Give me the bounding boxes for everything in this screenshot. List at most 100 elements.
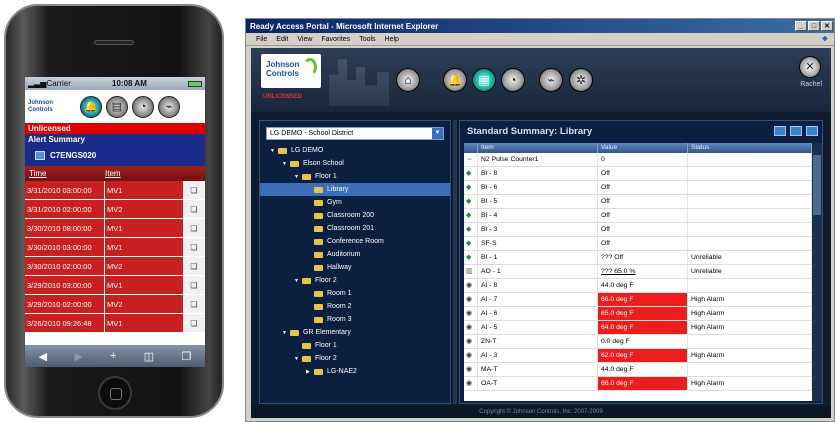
menu-edit[interactable]: Edit <box>276 36 288 43</box>
tree-node[interactable]: ▼ Floor 2 <box>260 352 450 365</box>
site-dropdown[interactable]: LG DEMO - School District ▼ <box>266 127 444 140</box>
bookmarks-icon[interactable]: ◫ <box>144 350 154 363</box>
schedule-nav-button[interactable]: ◔ <box>501 68 525 92</box>
tree-node[interactable]: ▶ LG-NAE2 <box>260 365 450 378</box>
acknowledge-icon[interactable]: ❏ <box>183 238 205 256</box>
table-row[interactable]: ◆ BI - 4 Off <box>464 209 812 223</box>
tree-node[interactable]: ▼ Elson School <box>260 157 450 170</box>
alarm-bell-button[interactable]: 🔔 <box>80 95 102 118</box>
table-row[interactable]: ◉ AI - 5 64.0 deg F High Alarm <box>464 321 812 335</box>
tree-node[interactable]: Floor 1 <box>260 339 450 352</box>
alert-row[interactable]: 3/26/2010 09:26:48 MV1 ❏ <box>25 314 205 333</box>
acknowledge-icon[interactable]: ❏ <box>183 181 205 199</box>
tree-node[interactable]: Room 3 <box>260 313 450 326</box>
summary-nav-button[interactable]: ▤ <box>472 68 496 92</box>
time-column-header[interactable]: Time <box>25 169 105 178</box>
back-icon[interactable]: ◀ <box>39 350 47 363</box>
logout-button[interactable]: ✕ <box>799 56 821 78</box>
expand-icon[interactable]: ▼ <box>270 148 278 154</box>
menu-tools[interactable]: Tools <box>359 36 375 43</box>
acknowledge-icon[interactable]: ❏ <box>183 257 205 275</box>
menu-favorites[interactable]: Favorites <box>321 36 350 43</box>
value-column-header[interactable]: Value <box>598 143 688 153</box>
table-row[interactable]: ⇔ N2 Pulse Counter1 0 <box>464 153 812 167</box>
acknowledge-icon[interactable]: ❏ <box>183 219 205 237</box>
tree-node[interactable]: Conference Room <box>260 235 450 248</box>
tree-node[interactable]: Hallway <box>260 261 450 274</box>
view-option-button-2[interactable] <box>790 126 802 136</box>
item-column-header[interactable]: Item <box>105 169 205 178</box>
value-cell[interactable]: ??? 65.0 % <box>598 265 688 278</box>
menu-file[interactable]: File <box>256 36 267 43</box>
acknowledge-icon[interactable]: ❏ <box>183 276 205 294</box>
home-button[interactable] <box>98 376 132 410</box>
schedule-button[interactable]: ◔ <box>132 95 154 118</box>
table-row[interactable]: ◉ AI - 8 44.0 deg F <box>464 279 812 293</box>
table-row[interactable]: ◉ AI - 3 62.0 deg F High Alarm <box>464 349 812 363</box>
acknowledge-icon[interactable]: ❏ <box>183 314 205 332</box>
alert-row[interactable]: 3/29/2010 03:00:00 MV1 ❏ <box>25 276 205 295</box>
alert-row[interactable]: 3/31/2010 02:00:00 MV2 ❏ <box>25 200 205 219</box>
item-column-header[interactable]: Item <box>478 143 598 153</box>
table-row[interactable]: ◆ BI - 6 Off <box>464 181 812 195</box>
home-nav-button[interactable]: ⌂ <box>396 68 420 92</box>
table-row[interactable]: ◆ SF-S Off <box>464 237 812 251</box>
expand-icon[interactable]: ▼ <box>282 330 290 336</box>
scrollbar-thumb[interactable] <box>813 155 821 215</box>
expand-icon[interactable]: ▼ <box>294 174 302 180</box>
tree-node[interactable]: ▼ Floor 2 <box>260 274 450 287</box>
table-row[interactable]: ◆ BI - 8 Off <box>464 167 812 181</box>
alert-row[interactable]: 3/30/2010 03:00:00 MV1 ❏ <box>25 238 205 257</box>
view-option-button-3[interactable] <box>806 126 818 136</box>
tools-nav-button[interactable]: ✲ <box>569 68 593 92</box>
view-option-button-1[interactable] <box>774 126 786 136</box>
minimize-button[interactable]: _ <box>795 21 807 31</box>
tree-node[interactable]: Classroom 201 <box>260 222 450 235</box>
menu-help[interactable]: Help <box>385 36 399 43</box>
menu-view[interactable]: View <box>297 36 312 43</box>
alert-row[interactable]: 3/31/2010 03:00:00 MV1 ❏ <box>25 181 205 200</box>
table-row[interactable]: ◉ OA-T 66.0 deg F High Alarm <box>464 377 812 391</box>
trend-nav-button[interactable]: ⌁ <box>539 68 563 92</box>
tree-node[interactable]: Classroom 200 <box>260 209 450 222</box>
expand-icon[interactable]: ▼ <box>294 356 302 362</box>
collapse-icon[interactable]: ▶ <box>306 369 314 375</box>
pages-icon[interactable]: ❐ <box>181 350 191 363</box>
tree-node[interactable]: ▼ Floor 1 <box>260 170 450 183</box>
summary-button[interactable]: ▤ <box>106 95 128 118</box>
expand-icon[interactable]: ▼ <box>282 161 290 167</box>
tree-node[interactable]: Auditorium <box>260 248 450 261</box>
navigation-tree-panel: LG DEMO - School District ▼ ▼ LG DEMO ▼ Els… <box>259 120 451 404</box>
table-row[interactable]: ◉ MA-T 44.0 deg F <box>464 363 812 377</box>
tree-node[interactable]: Library <box>260 183 450 196</box>
alert-row[interactable]: 3/30/2010 08:00:00 MV1 ❏ <box>25 219 205 238</box>
alert-row[interactable]: 3/30/2010 02:00:00 MV2 ❏ <box>25 257 205 276</box>
tree-node[interactable]: ▼ LG DEMO <box>260 144 450 157</box>
expand-icon[interactable]: ▼ <box>294 278 302 284</box>
table-row[interactable]: ◉ ZN-T 0.0 deg F <box>464 335 812 349</box>
alarms-nav-button[interactable]: 🔔 <box>443 68 467 92</box>
acknowledge-icon[interactable]: ❏ <box>183 295 205 313</box>
table-row[interactable]: ▥ AO - 1??? 65.0 % Unreliable <box>464 265 812 279</box>
panel-splitter[interactable] <box>453 120 457 404</box>
maximize-button[interactable]: □ <box>808 21 820 31</box>
device-row[interactable]: C7ENGS020 <box>25 145 205 166</box>
tree-node[interactable]: Room 2 <box>260 300 450 313</box>
grid-scrollbar[interactable] <box>812 143 822 401</box>
acknowledge-icon[interactable]: ❏ <box>183 200 205 218</box>
table-row[interactable]: ◆ BI - 1??? Off Unreliable <box>464 251 812 265</box>
trend-button[interactable]: ⌁ <box>158 95 180 118</box>
chevron-down-icon[interactable]: ▼ <box>432 128 443 139</box>
status-column-header[interactable]: Status <box>688 143 812 153</box>
tree-node[interactable]: Gym <box>260 196 450 209</box>
tree-node[interactable]: ▼ GR Elementary <box>260 326 450 339</box>
alert-row[interactable]: 3/29/2010 02:00:00 MV2 ❏ <box>25 295 205 314</box>
add-icon[interactable]: + <box>110 350 116 362</box>
table-row[interactable]: ◉ AI - 6 65.0 deg F High Alarm <box>464 307 812 321</box>
tree-node[interactable]: Room 1 <box>260 287 450 300</box>
table-row[interactable]: ◉ AI - 7 66.0 deg F High Alarm <box>464 293 812 307</box>
table-row[interactable]: ◆ BI - 5 Off <box>464 195 812 209</box>
table-row[interactable]: ◆ BI - 3 Off <box>464 223 812 237</box>
forward-icon[interactable]: ▶ <box>74 350 82 363</box>
close-button[interactable]: ✕ <box>821 21 833 31</box>
